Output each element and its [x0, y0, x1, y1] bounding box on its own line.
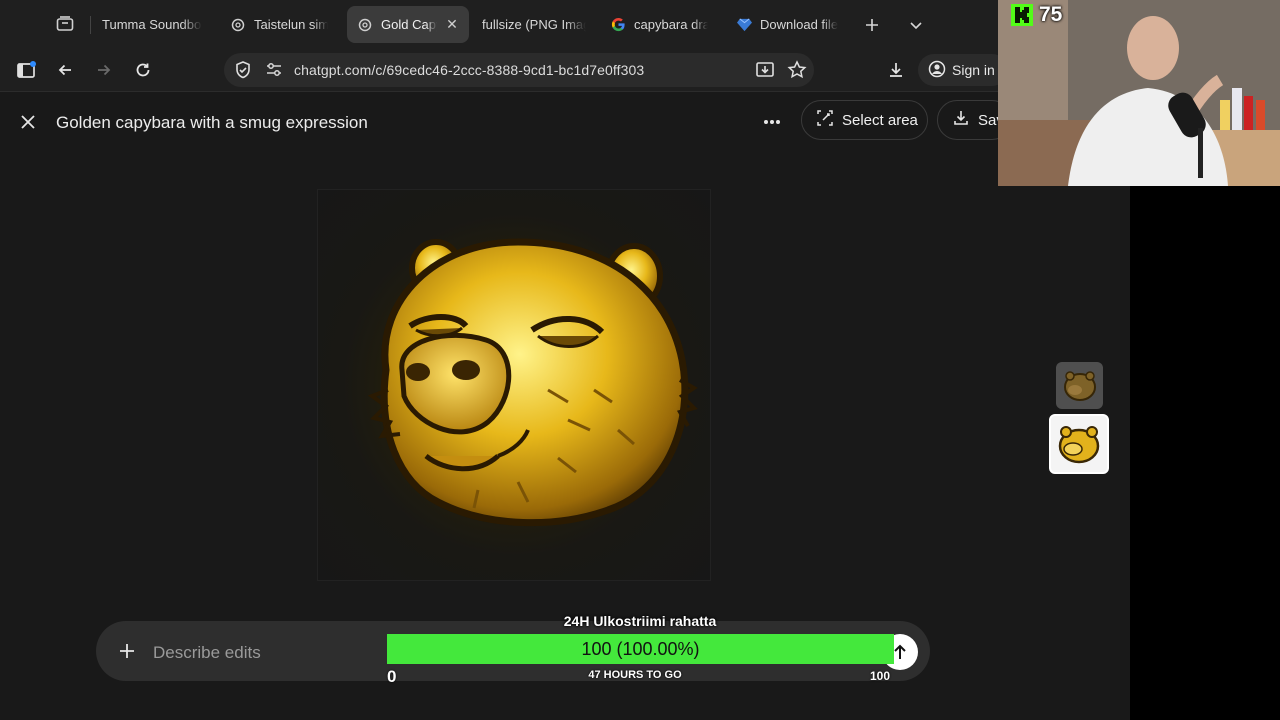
download-icon	[952, 109, 970, 131]
donation-goal-title: 24H Ulkostriimi rahatta	[563, 613, 717, 629]
tab-label: fullsize (PNG Image)	[482, 17, 586, 32]
donation-goal-max: 100	[870, 669, 891, 683]
back-arrow-icon[interactable]	[51, 56, 79, 84]
openai-favicon-icon	[230, 17, 246, 33]
select-area-button[interactable]: Select area	[801, 100, 928, 140]
url-text[interactable]: chatgpt.com/c/69cedc46-2ccc-8388-9cd1-bc…	[294, 62, 644, 78]
image-thumbnail-2-selected[interactable]	[1049, 414, 1109, 474]
address-bar[interactable]: chatgpt.com/c/69cedc46-2ccc-8388-9cd1-bc…	[224, 53, 814, 87]
tab-separator	[90, 16, 91, 34]
sidebar-toggle-icon[interactable]	[12, 56, 40, 84]
tab-label: Taistelun simulaattori	[254, 17, 328, 32]
kick-viewer-badge: 75	[1011, 3, 1062, 27]
tab-fullsize-png[interactable]: fullsize (PNG Image)	[472, 6, 596, 43]
tab-taistelun-simulaattori[interactable]: Taistelun simulaattori	[220, 6, 338, 43]
site-permissions-icon[interactable]	[265, 62, 283, 83]
describe-edits-input[interactable]: Describe edits	[153, 643, 261, 663]
generated-image	[317, 189, 711, 581]
new-tab-plus-icon[interactable]	[859, 12, 885, 38]
golden-capybara-illustration	[367, 238, 698, 527]
close-tab-icon[interactable]: ✕	[445, 16, 459, 33]
sign-in-button[interactable]: Sign in	[918, 54, 1008, 86]
select-area-label: Select area	[842, 111, 918, 129]
donation-goal-value: 100 (100.00%)	[581, 639, 700, 659]
sign-in-label: Sign in	[952, 62, 995, 78]
tab-label: Download file	[760, 17, 839, 32]
golden-capybara-thumbnail-icon	[1058, 426, 1100, 464]
account-icon	[928, 60, 946, 81]
downloads-icon[interactable]	[882, 56, 910, 84]
donation-goal-bar: 100 (100.00%)	[387, 634, 894, 664]
add-attachment-plus-icon[interactable]	[114, 638, 140, 664]
streamer-webcam-image	[998, 0, 1280, 186]
forward-arrow-icon[interactable]	[90, 56, 118, 84]
reload-icon[interactable]	[129, 56, 157, 84]
tab-gold-capybara[interactable]: Gold Capybara ✕	[347, 6, 469, 43]
tab-label: capybara drawing	[634, 17, 708, 32]
tab-tumma-soundboard[interactable]: Tumma Soundboard	[92, 6, 212, 43]
tab-search-icon[interactable]	[48, 10, 82, 38]
google-favicon-icon	[610, 17, 626, 33]
image-thumbnail-1[interactable]	[1056, 362, 1103, 409]
tab-list-chevron-down-icon[interactable]	[903, 12, 929, 38]
right-letterbox	[1130, 186, 1280, 720]
close-viewer-icon[interactable]	[16, 110, 40, 134]
select-area-icon	[816, 109, 834, 131]
install-app-icon[interactable]	[755, 60, 775, 85]
shield-icon[interactable]	[234, 60, 252, 85]
donation-goal-time-left: 47 HOURS TO GO	[588, 669, 682, 681]
capybara-thumbnail-icon	[1063, 370, 1096, 401]
tab-label: Gold Capybara	[381, 17, 437, 32]
openai-favicon-icon	[357, 17, 373, 33]
browser-tab-strip: Tumma Soundboard Taistelun simulaattori …	[0, 0, 1000, 48]
bookmark-star-icon[interactable]	[787, 60, 807, 85]
image-title: Golden capybara with a smug expression	[56, 113, 368, 132]
more-options-icon[interactable]	[758, 110, 786, 134]
tab-label: Tumma Soundboard	[102, 17, 202, 32]
tab-capybara-drawing[interactable]: capybara drawing	[600, 6, 718, 43]
kick-viewer-count: 75	[1039, 3, 1063, 26]
tab-download-file[interactable]: Download file	[726, 6, 850, 43]
webcam-overlay	[998, 0, 1280, 186]
donation-goal-min: 0	[387, 667, 397, 686]
kick-logo-icon	[1011, 4, 1033, 26]
gem-favicon-icon	[736, 17, 752, 33]
browser-toolbar: chatgpt.com/c/69cedc46-2ccc-8388-9cd1-bc…	[0, 48, 1008, 92]
